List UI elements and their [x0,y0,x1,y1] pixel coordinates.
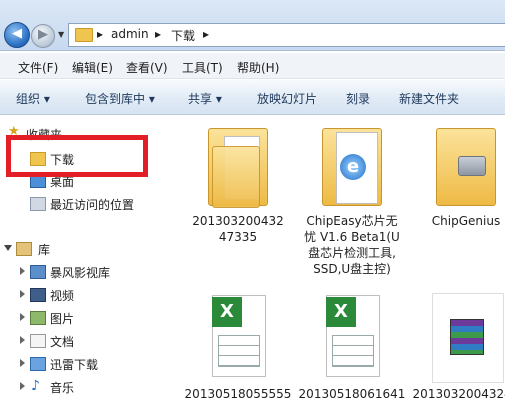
menu-edit[interactable]: 编辑(E) [72,59,113,76]
file-name: ChipEasy芯片无 忧 V1.6 Beta1(U 盘芯片检测工具, SSD,… [304,214,400,276]
address-toolbar: ◀ ▶ ▼ ▸ admin ▸ 下载 ▸ [0,0,505,51]
slideshow-button[interactable]: 放映幻灯片 [257,90,317,107]
nav-item-videos[interactable]: 视频 [0,284,150,304]
back-arrow-icon: ◀ [12,26,22,41]
folder-icon [75,28,93,42]
expand-icon[interactable] [4,245,12,251]
organize-button[interactable]: 组织 ▾ [16,90,50,107]
nav-item-label: 视频 [50,289,75,303]
excel-file-icon: X [322,293,382,383]
address-segment-admin[interactable]: admin [111,27,149,41]
thunder-download-icon [30,357,46,371]
excel-file-icon: X [208,293,268,383]
share-button[interactable]: 共享 ▾ [188,90,222,107]
nav-item-thunder[interactable]: 迅雷下载 [0,353,150,373]
nav-item-label: 迅雷下载 [50,358,99,372]
back-button[interactable]: ◀ [4,22,30,48]
nav-library[interactable]: 库 [0,238,150,258]
nav-item-recent[interactable]: 最近访问的位置 [0,193,150,213]
folder-icon [208,120,268,210]
menu-tools[interactable]: 工具(T) [182,59,223,76]
expand-icon[interactable] [20,267,25,275]
file-name: 201303200432 47335 [192,214,284,244]
nav-item-label: 音乐 [50,381,75,395]
menu-view[interactable]: 查看(V) [126,59,168,76]
nav-item-label: 暴风影视库 [50,266,111,280]
video-library-icon [30,265,46,279]
expand-icon[interactable] [20,313,25,321]
nav-item-documents[interactable]: 文档 [0,330,150,350]
nav-library-label: 库 [38,243,51,257]
nav-item-label: 图片 [50,312,75,326]
file-list: 201303200432 47335 e ChipEasy芯片无 忧 V1.6 … [150,115,505,405]
file-name: ChipGenius [431,214,501,228]
menu-bar: 文件(F) 编辑(E) 查看(V) 工具(T) 帮助(H) [0,53,505,79]
address-field[interactable]: ▸ admin ▸ 下载 ▸ [68,23,505,47]
expand-icon[interactable] [20,290,25,298]
expand-icon[interactable] [20,382,25,390]
rar-archive-icon [432,293,504,383]
nav-item-label: 最近访问的位置 [50,198,135,212]
ie-folder-icon: e [322,120,382,210]
address-segment-downloads[interactable]: 下载 [171,27,195,44]
highlight-box [6,135,148,177]
videos-icon [30,288,46,302]
address-separator-icon[interactable]: ▸ [203,27,209,41]
library-icon [16,242,32,256]
address-separator-icon[interactable]: ▸ [155,27,161,41]
command-bar: 组织 ▾ 包含到库中 ▾ 共享 ▾ 放映幻灯片 刻录 新建文件夹 [0,80,505,115]
pictures-icon [30,311,46,325]
file-name: 20130518055555 [184,387,292,401]
menu-file[interactable]: 文件(F) [18,59,58,76]
burn-button[interactable]: 刻录 [346,90,370,107]
expand-icon[interactable] [20,359,25,367]
nav-item-label: 文档 [50,335,75,349]
forward-button[interactable]: ▶ [31,24,55,48]
history-dropdown-icon[interactable]: ▼ [58,30,64,39]
nav-item-music[interactable]: ♪ 音乐 [0,376,150,396]
expand-icon[interactable] [20,336,25,344]
recent-places-icon [30,197,46,211]
documents-icon [30,334,46,348]
new-folder-button[interactable]: 新建文件夹 [399,90,459,107]
address-separator-icon[interactable]: ▸ [97,27,103,41]
nav-item-baofeng[interactable]: 暴风影视库 [0,261,150,281]
forward-arrow-icon: ▶ [38,27,48,42]
menu-help[interactable]: 帮助(H) [237,59,279,76]
music-note-icon: ♪ [31,378,40,394]
file-name: 20130320043247 [412,387,505,401]
include-in-library-button[interactable]: 包含到库中 ▾ [85,90,155,107]
file-name: 20130518061641 [298,387,406,401]
nav-item-pictures[interactable]: 图片 [0,307,150,327]
usb-folder-icon [436,120,496,210]
